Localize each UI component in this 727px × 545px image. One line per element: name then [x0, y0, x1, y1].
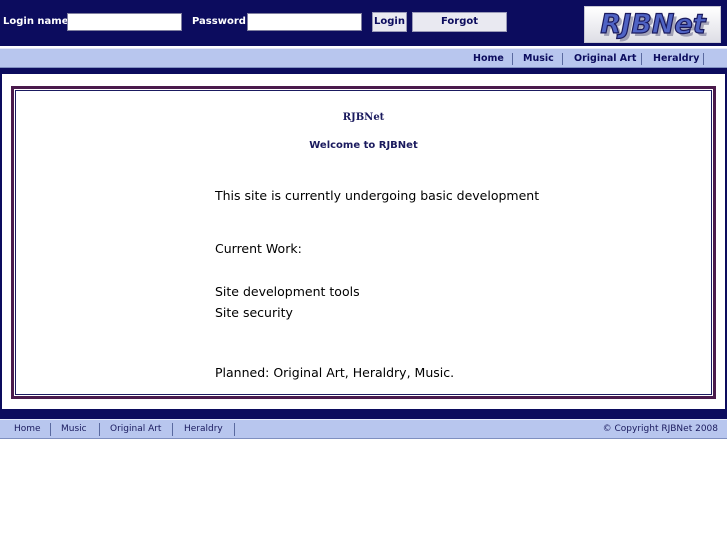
footer-music[interactable]: Music — [61, 424, 87, 434]
footer-divider-line — [172, 423, 173, 436]
footer-divider-line — [234, 423, 235, 436]
top-nav-home[interactable]: Home — [473, 53, 504, 64]
status-text: This site is currently undergoing basic … — [215, 188, 540, 203]
top-nav-music[interactable]: Music — [523, 53, 554, 64]
logo-text: RJBNet — [600, 9, 706, 40]
forgot-password-button[interactable]: Forgot password — [412, 12, 507, 44]
content-box — [11, 86, 716, 399]
footer-nav: Home Music Original Art Heraldry © Copyr… — [0, 419, 727, 439]
top-nav-heraldry[interactable]: Heraldry — [653, 53, 699, 64]
site-title: RJBNet — [342, 112, 385, 123]
login-name-input[interactable] — [67, 13, 182, 31]
top-nav-divider — [641, 53, 642, 65]
top-nav-divider — [512, 53, 513, 65]
work-item: Site security — [215, 305, 293, 320]
password-input[interactable] — [247, 13, 362, 31]
logo-graphic: RJBNet RJBNet — [585, 7, 720, 42]
copyright-text: © Copyright RJBNet 2008 — [602, 424, 718, 434]
top-nav-original-art[interactable]: Original Art — [574, 53, 636, 64]
site-header: Login name: Password: Login Forgot passw… — [0, 0, 727, 46]
footer-divider-line — [99, 423, 100, 436]
password-label: Password: — [192, 16, 250, 27]
current-work-heading: Current Work: — [215, 241, 302, 256]
footer-divider-line — [50, 423, 51, 436]
top-nav: Home Music Original Art Heraldry — [0, 48, 727, 68]
footer-divider — [0, 409, 727, 419]
top-nav-divider — [703, 53, 704, 65]
welcome-heading: Welcome to RJBNet — [309, 140, 418, 151]
login-name-label: Login name: — [3, 16, 73, 27]
site-logo[interactable]: RJBNet RJBNet — [584, 6, 721, 43]
footer-original-art[interactable]: Original Art — [110, 424, 161, 434]
footer-home[interactable]: Home — [14, 424, 41, 434]
footer-heraldry[interactable]: Heraldry — [184, 424, 223, 434]
login-button[interactable]: Login — [372, 12, 407, 32]
planned-text: Planned: Original Art, Heraldry, Music. — [215, 365, 455, 380]
work-item: Site development tools — [215, 284, 360, 299]
top-nav-divider — [562, 53, 563, 65]
